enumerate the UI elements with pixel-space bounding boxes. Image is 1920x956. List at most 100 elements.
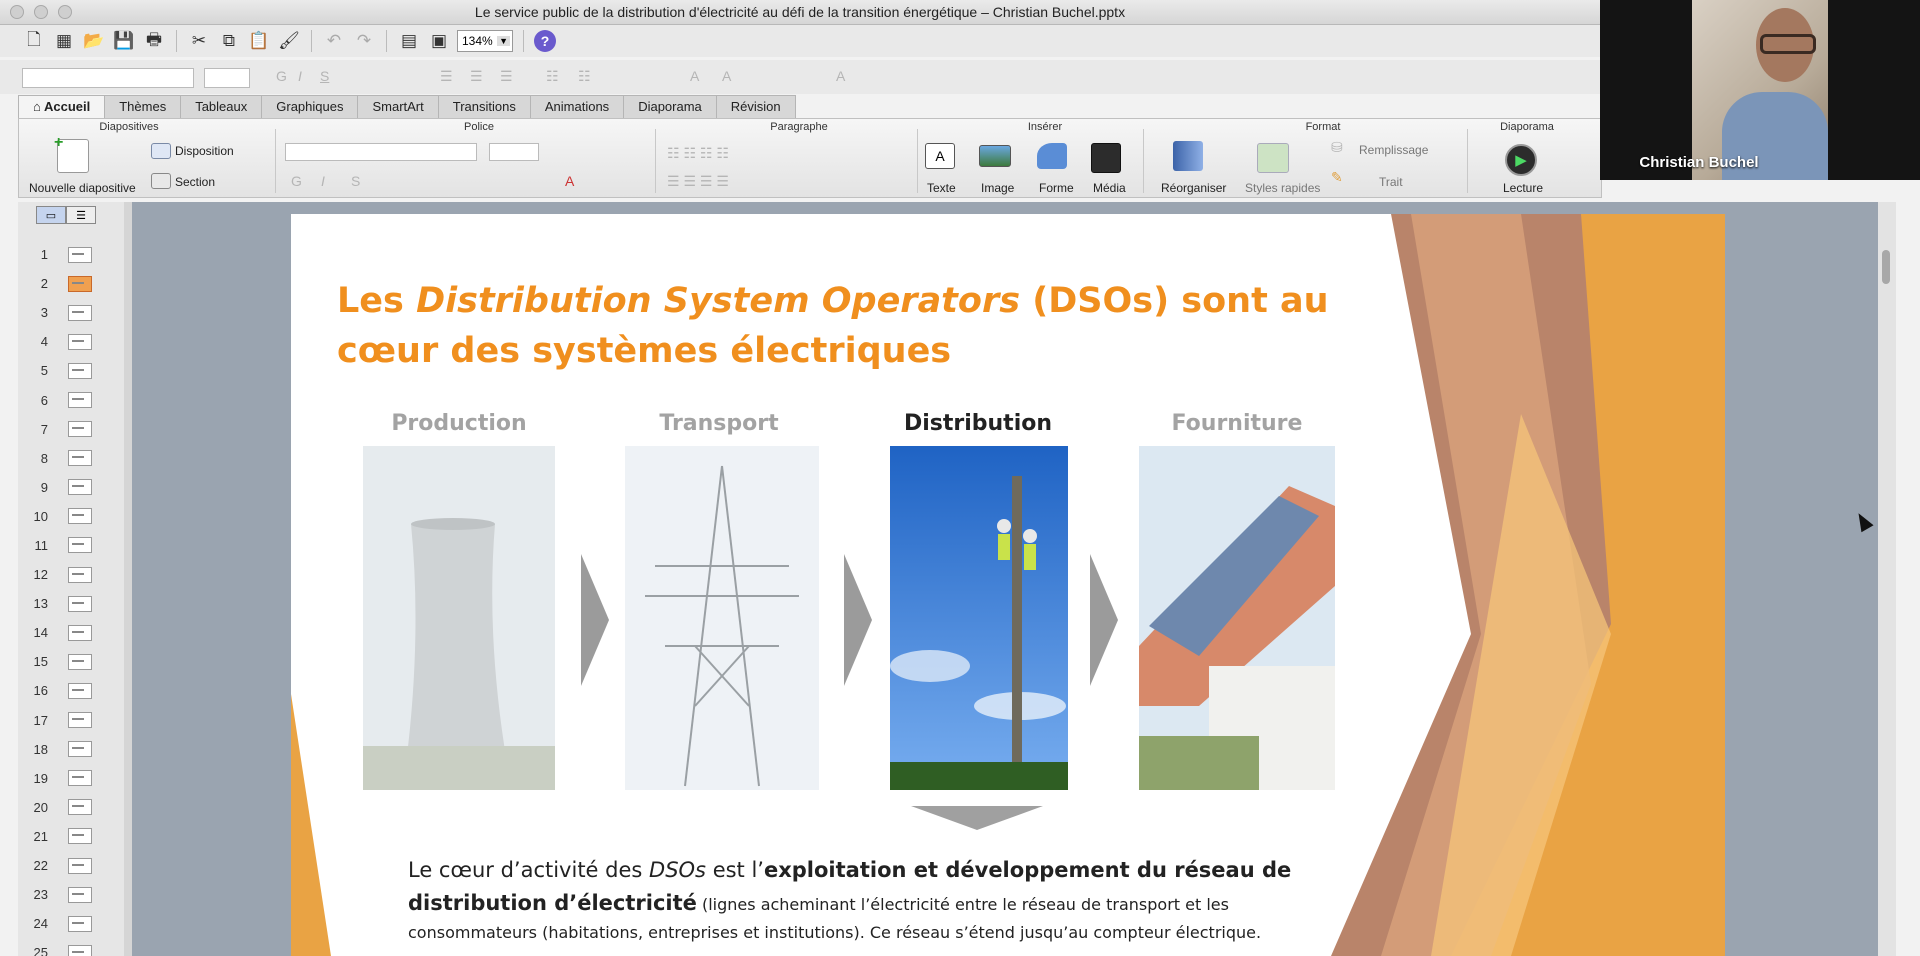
italic-icon[interactable]: I xyxy=(298,68,302,84)
redo-icon[interactable]: ↷ xyxy=(352,29,376,53)
slide-thumbnail[interactable] xyxy=(68,362,92,379)
slide-thumbnail-item[interactable]: 17 xyxy=(18,706,118,735)
slide-thumbnail-item[interactable]: 3 xyxy=(18,298,118,327)
fourniture-photo[interactable] xyxy=(1139,446,1335,790)
slide-thumbnail[interactable] xyxy=(68,508,92,525)
undo-icon[interactable]: ↶ xyxy=(322,29,346,53)
insert-media-button[interactable]: Média xyxy=(1093,181,1126,195)
slide-thumbnail[interactable] xyxy=(68,770,92,787)
new-slide-icon[interactable]: + xyxy=(54,134,89,173)
new-presentation-icon[interactable]: 🗋 xyxy=(22,29,46,53)
slide-thumbnail-item[interactable]: 23 xyxy=(18,880,118,909)
scrollbar-thumb[interactable] xyxy=(1882,250,1890,284)
quick-styles-icon[interactable] xyxy=(1257,143,1289,173)
slide-body-text[interactable]: Le cœur d’activité des DSOs est l’exploi… xyxy=(408,854,1308,946)
help-icon[interactable]: ? xyxy=(534,30,556,52)
slide-thumbnail-item[interactable]: 19 xyxy=(18,764,118,793)
slide-thumbnail[interactable] xyxy=(68,682,92,699)
save-icon[interactable]: 💾 xyxy=(112,29,136,53)
ribbon-underline-icon[interactable]: S xyxy=(351,173,360,189)
normal-view-icon[interactable]: ▤ xyxy=(397,29,421,53)
insert-image-button[interactable]: Image xyxy=(981,181,1014,195)
text-color-icon[interactable]: A xyxy=(836,68,845,84)
participant-video[interactable] xyxy=(1692,0,1828,180)
text-box-icon[interactable]: A xyxy=(925,143,955,169)
slide-thumbnail[interactable] xyxy=(68,828,92,845)
slide-thumbnail[interactable] xyxy=(68,799,92,816)
play-slideshow-button[interactable]: Lecture xyxy=(1503,181,1543,195)
line-button[interactable]: Trait xyxy=(1379,175,1403,189)
slide-thumbnail-item[interactable]: 21 xyxy=(18,822,118,851)
slide-thumbnail-item[interactable]: 20 xyxy=(18,793,118,822)
print-icon[interactable]: 🖶 xyxy=(142,29,166,53)
section-button[interactable]: Section xyxy=(175,175,215,189)
slide-thumbnail[interactable] xyxy=(68,479,92,496)
align-center-icon[interactable]: ☰ xyxy=(470,68,483,85)
slide-thumbnail[interactable] xyxy=(68,392,92,409)
vertical-scrollbar[interactable] xyxy=(1878,202,1896,956)
tab-transitions[interactable]: Transitions xyxy=(437,95,531,120)
slide-thumbnail[interactable] xyxy=(68,421,92,438)
zoom-select[interactable]: 134% ▼ xyxy=(457,30,513,52)
slideshow-icon[interactable]: ▣ xyxy=(427,29,451,53)
ribbon-font-color-icon[interactable]: A xyxy=(565,173,574,189)
template-gallery-icon[interactable]: ▦ xyxy=(52,29,76,53)
paste-icon[interactable]: 📋 xyxy=(247,29,271,53)
tab-tableaux[interactable]: Tableaux xyxy=(180,95,263,120)
outline-view-button[interactable]: ☰ xyxy=(66,206,96,224)
ribbon-font-name[interactable] xyxy=(285,143,477,161)
slide-thumbnail-item[interactable]: 4 xyxy=(18,327,118,356)
shapes-icon[interactable] xyxy=(1037,143,1067,169)
thumbnails-view-button[interactable]: ▭ xyxy=(36,206,66,224)
slide-thumbnail-item[interactable]: 6 xyxy=(18,385,118,414)
underline-icon[interactable]: S xyxy=(320,68,329,84)
quick-styles-button[interactable]: Styles rapides xyxy=(1245,181,1320,195)
font-size-box[interactable] xyxy=(204,68,250,88)
tab-graphiques[interactable]: Graphiques xyxy=(261,95,359,120)
tab-animations[interactable]: Animations xyxy=(529,95,625,120)
production-photo[interactable] xyxy=(363,446,555,790)
tab-diaporama[interactable]: Diaporama xyxy=(623,95,717,120)
slide-thumbnail-item[interactable]: 12 xyxy=(18,560,118,589)
font-shrink-icon[interactable]: A xyxy=(722,68,731,84)
slide-thumbnail-item[interactable]: 24 xyxy=(18,909,118,938)
slide-thumbnail[interactable] xyxy=(68,246,92,263)
slide-thumbnail-item[interactable]: 16 xyxy=(18,676,118,705)
slide-thumbnail-item[interactable]: 7 xyxy=(18,415,118,444)
slide-thumbnail-item[interactable]: 13 xyxy=(18,589,118,618)
insert-image-icon[interactable] xyxy=(979,145,1011,167)
slide-title[interactable]: Les Distribution System Operators (DSOs)… xyxy=(337,276,1337,376)
open-icon[interactable]: 📂 xyxy=(82,29,106,53)
slide-thumbnail-item[interactable]: 1 xyxy=(18,240,118,269)
slide-thumbnail-item[interactable]: 15 xyxy=(18,647,118,676)
slide-thumbnail[interactable] xyxy=(68,595,92,612)
font-grow-icon[interactable]: A xyxy=(690,68,699,84)
slide-thumbnail[interactable] xyxy=(68,275,92,292)
slide-thumbnail[interactable] xyxy=(68,857,92,874)
numbering-icon[interactable]: ☷ xyxy=(578,68,591,85)
distribution-photo[interactable] xyxy=(890,446,1068,790)
copy-icon[interactable]: ⧉ xyxy=(217,29,241,53)
insert-shape-button[interactable]: Forme xyxy=(1039,181,1074,195)
slide-thumbnail-item[interactable]: 9 xyxy=(18,473,118,502)
slide[interactable]: Les Distribution System Operators (DSOs)… xyxy=(291,214,1725,956)
slide-thumbnail-item[interactable]: 11 xyxy=(18,531,118,560)
media-icon[interactable] xyxy=(1091,143,1121,173)
ribbon-align-icon[interactable]: ☰ ☰ ☰ ☰ xyxy=(667,173,729,190)
slide-thumbnail[interactable] xyxy=(68,712,92,729)
format-painter-icon[interactable]: 🖌 xyxy=(277,29,301,53)
layout-button[interactable]: Disposition xyxy=(175,144,234,158)
slide-thumbnail[interactable] xyxy=(68,450,92,467)
slide-thumbnail-item[interactable]: 22 xyxy=(18,851,118,880)
new-slide-button[interactable]: Nouvelle diapositive xyxy=(29,181,136,195)
tab-accueil[interactable]: ⌂ Accueil xyxy=(18,95,106,120)
slide-thumbnail-item[interactable]: 25 xyxy=(18,938,118,956)
play-icon[interactable]: ▶ xyxy=(1505,144,1537,176)
slide-thumbnail[interactable] xyxy=(68,741,92,758)
slide-thumbnail-item[interactable]: 10 xyxy=(18,502,118,531)
slide-thumbnail-item[interactable]: 18 xyxy=(18,735,118,764)
align-right-icon[interactable]: ☰ xyxy=(500,68,513,85)
tab-revision[interactable]: Révision xyxy=(715,95,796,120)
slide-thumbnail[interactable] xyxy=(68,304,92,321)
slide-thumbnail[interactable] xyxy=(68,566,92,583)
